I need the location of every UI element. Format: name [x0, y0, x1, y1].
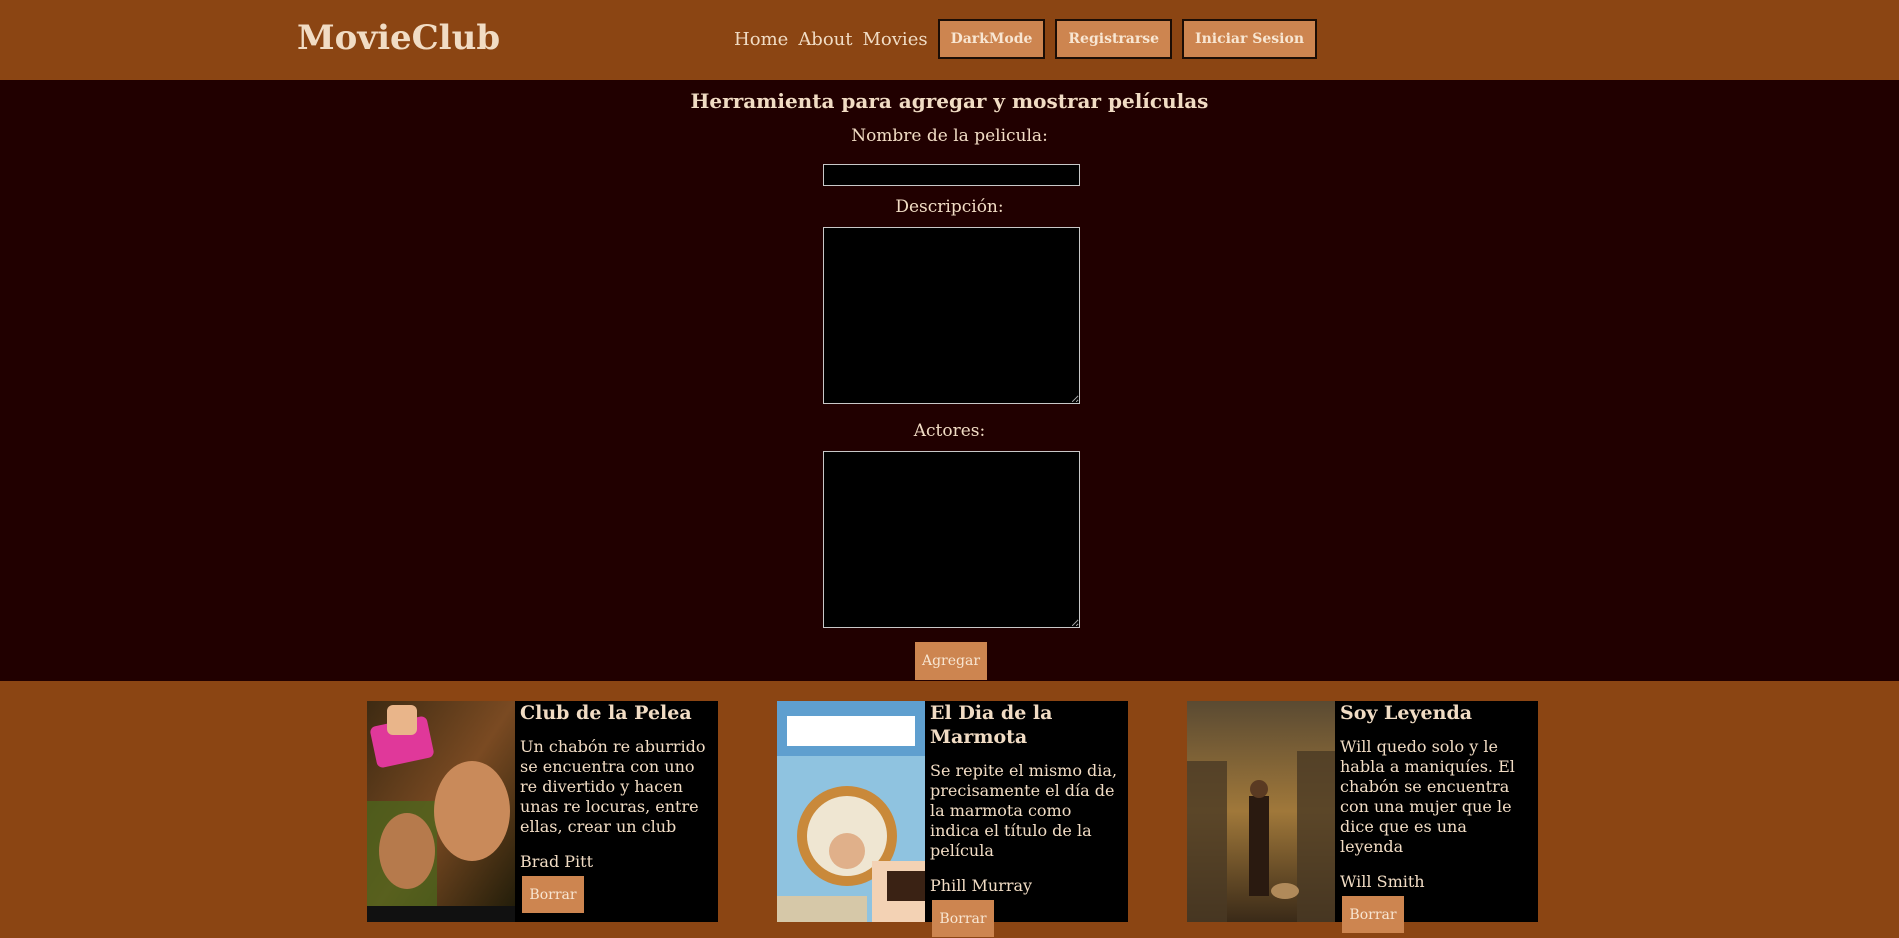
logo[interactable]: MovieClub: [297, 18, 500, 58]
nav-link-movies[interactable]: Movies: [863, 29, 928, 50]
movie-card: El Dia de la Marmota Se repite el mismo …: [777, 701, 1128, 937]
actors-label: Actores:: [913, 421, 986, 441]
description-textarea[interactable]: [823, 227, 1080, 404]
darkmode-button[interactable]: DarkMode: [937, 19, 1046, 59]
movie-title: Soy Leyenda: [1340, 702, 1473, 724]
login-button[interactable]: Iniciar Sesion: [1182, 19, 1317, 59]
card-body: El Dia de la Marmota Se repite el mismo …: [925, 701, 1128, 937]
delete-button[interactable]: Borrar: [932, 900, 994, 937]
groundhog-day-poster-icon: [777, 701, 925, 922]
movie-title: El Dia de la Marmota: [930, 702, 1053, 748]
nav-link-home[interactable]: Home: [734, 29, 788, 50]
movie-description: Un chabón re aburrido se encuentra con u…: [520, 737, 706, 836]
movie-card: Soy Leyenda Will quedo solo y le habla a…: [1187, 701, 1538, 933]
name-input[interactable]: [823, 164, 1080, 186]
header: MovieClub Home About Movies DarkMode Reg…: [0, 0, 1899, 80]
movie-actor: Phill Murray: [930, 876, 1033, 895]
movie-actor: Will Smith: [1340, 872, 1425, 891]
nav-link-about[interactable]: About: [798, 29, 852, 50]
nav: Home About Movies DarkMode Registrarse I…: [734, 19, 1317, 59]
fight-club-poster-icon: [367, 701, 515, 922]
form-title: Herramienta para agregar y mostrar pelíc…: [690, 89, 1209, 113]
movie-description: Se repite el mismo dia, precisamente el …: [930, 761, 1118, 860]
movie-card: Club de la Pelea Un chabón re aburrido s…: [367, 701, 718, 922]
movie-form: Herramienta para agregar y mostrar pelíc…: [0, 80, 1899, 681]
card-body: Soy Leyenda Will quedo solo y le habla a…: [1335, 701, 1538, 933]
delete-button[interactable]: Borrar: [1342, 896, 1404, 933]
movie-actor: Brad Pitt: [520, 852, 594, 871]
actors-textarea[interactable]: [823, 451, 1080, 628]
add-button[interactable]: Agregar: [915, 642, 987, 680]
name-label: Nombre de la pelicula:: [851, 126, 1048, 146]
movie-title: Club de la Pelea: [520, 702, 692, 724]
i-am-legend-poster-icon: [1187, 701, 1335, 922]
delete-button[interactable]: Borrar: [522, 876, 584, 913]
movie-description: Will quedo solo y le habla a maniquíes. …: [1340, 737, 1515, 856]
register-button[interactable]: Registrarse: [1055, 19, 1173, 59]
description-label: Descripción:: [895, 197, 1004, 217]
card-body: Club de la Pelea Un chabón re aburrido s…: [515, 701, 718, 922]
